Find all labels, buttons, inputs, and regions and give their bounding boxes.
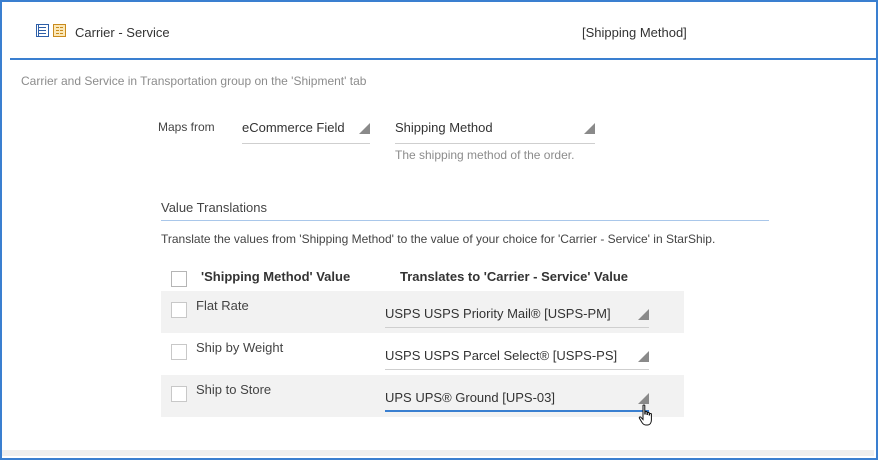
value-translations-title: Value Translations xyxy=(161,200,267,215)
row-checkbox[interactable] xyxy=(171,344,187,360)
translation-row: Ship to Store UPS UPS® Ground [UPS-03] xyxy=(161,375,684,417)
row-checkbox[interactable] xyxy=(171,386,187,402)
source-value: Ship by Weight xyxy=(196,340,284,355)
dropdown-arrow-icon xyxy=(638,393,649,404)
source-field-dropdown[interactable]: Shipping Method xyxy=(395,120,595,144)
dropdown-arrow-icon xyxy=(359,123,370,134)
mapping-panel: Carrier and Service in Transportation gr… xyxy=(10,62,874,450)
list-icon xyxy=(36,24,49,37)
translation-row: Flat Rate USPS USPS Priority Mail® [USPS… xyxy=(161,291,684,333)
column-header-source-value: 'Shipping Method' Value xyxy=(201,269,351,284)
dropdown-arrow-icon xyxy=(638,351,649,362)
field-header[interactable]: Carrier - Service [Shipping Method] xyxy=(2,2,874,60)
target-value: USPS USPS Parcel Select® [USPS-PS] xyxy=(385,348,618,363)
target-value-dropdown[interactable]: UPS UPS® Ground [UPS-03] xyxy=(385,389,649,412)
target-value-dropdown[interactable]: USPS USPS Parcel Select® [USPS-PS] xyxy=(385,347,649,370)
field-mapping-tag: [Shipping Method] xyxy=(582,25,687,40)
translation-row: Ship by Weight USPS USPS Parcel Select® … xyxy=(161,333,684,375)
source-field-value: Shipping Method xyxy=(395,120,493,135)
header-icons xyxy=(36,24,66,37)
column-header-target-value: Translates to 'Carrier - Service' Value xyxy=(400,269,629,284)
row-checkbox[interactable] xyxy=(171,302,187,318)
target-value: USPS USPS Priority Mail® [USPS-PM] xyxy=(385,306,611,321)
dropdown-arrow-icon xyxy=(638,309,649,320)
source-type-value: eCommerce Field xyxy=(242,120,345,135)
panel-bottom-edge xyxy=(2,450,874,456)
header-divider xyxy=(10,58,876,60)
field-icon xyxy=(53,24,66,37)
field-title: Carrier - Service xyxy=(75,25,170,40)
section-divider xyxy=(161,220,769,221)
source-field-help: The shipping method of the order. xyxy=(395,148,575,162)
dropdown-arrow-icon xyxy=(584,123,595,134)
field-description: Carrier and Service in Transportation gr… xyxy=(21,74,367,88)
value-translations-description: Translate the values from 'Shipping Meth… xyxy=(161,232,716,246)
select-all-checkbox[interactable] xyxy=(171,271,187,287)
maps-from-label: Maps from xyxy=(158,120,215,134)
target-value: UPS UPS® Ground [UPS-03] xyxy=(385,390,555,405)
target-value-dropdown[interactable]: USPS USPS Priority Mail® [USPS-PM] xyxy=(385,305,649,328)
source-type-dropdown[interactable]: eCommerce Field xyxy=(242,120,370,144)
source-value: Flat Rate xyxy=(196,298,249,313)
source-value: Ship to Store xyxy=(196,382,272,397)
hand-cursor-icon xyxy=(638,404,652,426)
